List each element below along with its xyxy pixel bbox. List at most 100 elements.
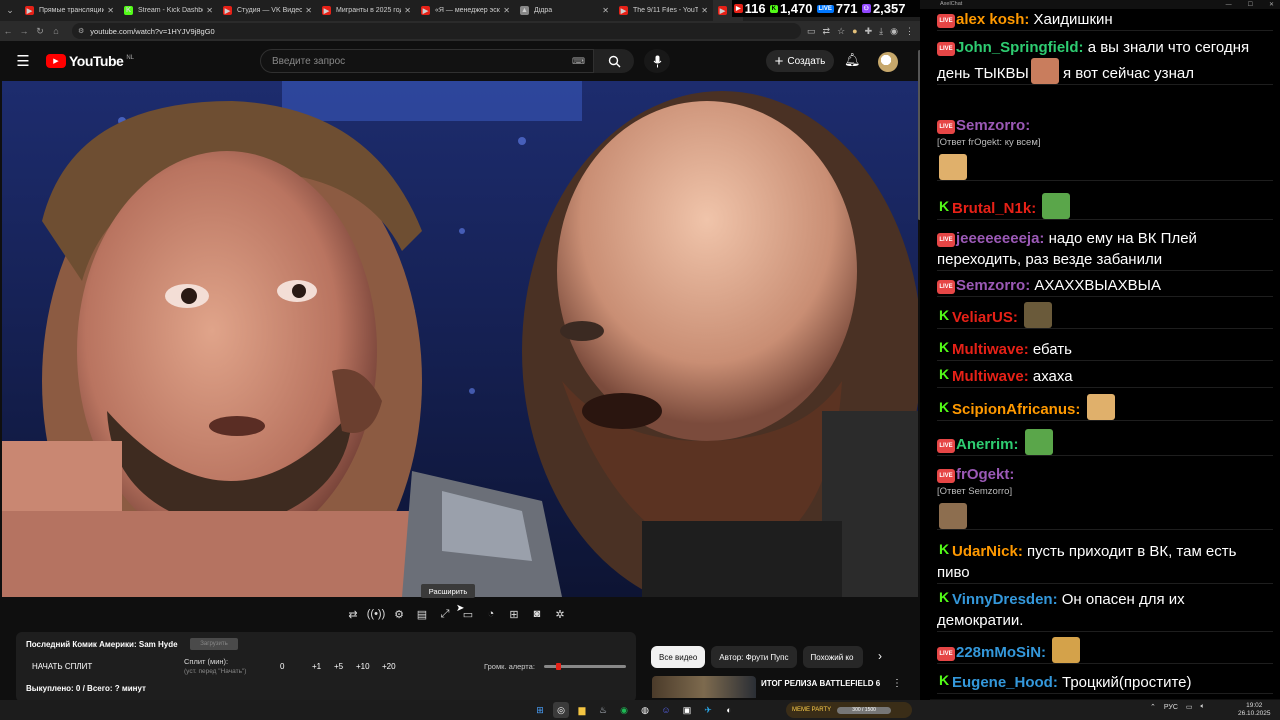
volume-icon[interactable]: 🔈︎	[1201, 703, 1205, 711]
steam-icon[interactable]: ♨	[595, 702, 611, 718]
browser-tab[interactable]: ▲ Дiдра ✕	[515, 0, 614, 21]
extension-icon[interactable]: ●	[852, 26, 857, 36]
chip-author[interactable]: Автор: Фрути Пупс	[711, 646, 797, 668]
discord-icon[interactable]: ☺	[658, 702, 674, 718]
system-clock[interactable]: 19:02 26.10.2025	[1238, 702, 1271, 718]
tab-close-icon[interactable]: ✕	[107, 6, 114, 15]
maximize-icon[interactable]: ☐	[1248, 1, 1253, 8]
minimize-icon[interactable]: —	[1226, 2, 1232, 8]
language-indicator[interactable]: РУС	[1164, 704, 1178, 711]
clapperboard-icon[interactable]: ▤	[414, 606, 430, 622]
create-button[interactable]: + Создать	[766, 50, 834, 72]
chrome-icon[interactable]: ◎	[553, 702, 569, 718]
windows-start-icon[interactable]: ⊞	[532, 702, 548, 718]
translate-icon[interactable]: ⇄	[823, 26, 831, 37]
search-button[interactable]	[594, 49, 634, 73]
app2-icon[interactable]: ◐	[721, 702, 737, 718]
speed-icon[interactable]: ◔	[483, 606, 499, 622]
expand-icon[interactable]: ⤢	[437, 606, 453, 622]
obs-icon[interactable]: ◍	[637, 702, 653, 718]
chat-username[interactable]: 228mMoSiN	[956, 644, 1041, 661]
chat-username[interactable]: VinnyDresden	[952, 591, 1053, 608]
tab-close-icon[interactable]: ✕	[305, 6, 312, 15]
chat-username[interactable]: alex kosh	[956, 11, 1024, 28]
network-icon[interactable]: ▭	[1186, 703, 1193, 711]
close-icon[interactable]: ✕	[1269, 1, 1274, 8]
hamburger-menu-icon[interactable]: ☰	[0, 52, 46, 70]
chat-username[interactable]: Anerrim	[956, 436, 1014, 453]
chat-username[interactable]: Semzorro	[956, 117, 1025, 134]
tab-title: Дiдра	[534, 7, 553, 14]
cast-icon[interactable]: ▭	[807, 26, 816, 37]
chevron-up-icon[interactable]: ⌃	[1150, 703, 1156, 711]
account-avatar[interactable]	[878, 52, 898, 72]
reload-icon[interactable]: ↻	[32, 26, 48, 37]
load-chip[interactable]: Загрузить	[190, 638, 238, 650]
settings-video-icon[interactable]: ⚙	[391, 606, 407, 622]
extensions-puzzle-icon[interactable]: ✚	[865, 26, 873, 37]
explorer-icon[interactable]: ▆	[574, 702, 590, 718]
download-icon[interactable]: ⤓	[879, 26, 883, 37]
theater-mode-icon[interactable]: ▭	[460, 606, 476, 622]
browser-tab[interactable]: ▶ Прямые трансляции - ✕	[20, 0, 119, 21]
chat-username[interactable]: VeliarUS	[952, 309, 1013, 326]
meme-party-widget[interactable]: MEME PARTY 300 / 1500	[786, 702, 912, 718]
alert-volume-slider[interactable]	[544, 663, 626, 670]
add-to-playlist-icon[interactable]: ⊞	[506, 606, 522, 622]
browser-tab[interactable]: ▶ The 9/11 Files - YouTube✕	[614, 0, 713, 21]
telegram-icon[interactable]: ✈	[700, 702, 716, 718]
browser-menu-icon[interactable]: ⋮	[905, 26, 914, 37]
tab-close-icon[interactable]: ✕	[206, 6, 213, 15]
broadcast-icon[interactable]: ((•))	[367, 606, 386, 622]
profile-icon[interactable]: ◉	[890, 26, 898, 37]
more-options-icon[interactable]: ⋮	[892, 678, 902, 689]
tab-list-icon[interactable]: ⌄	[0, 0, 20, 21]
bookmark-star-icon[interactable]: ☆	[837, 26, 845, 37]
chat-username[interactable]: Eugene_Hood	[952, 674, 1053, 691]
app-icon[interactable]: ▣	[679, 702, 695, 718]
chat-username[interactable]: Multiwave	[952, 341, 1024, 358]
search-input[interactable]: Введите запрос ⌨	[260, 49, 594, 73]
browser-tab[interactable]: ▶ Мигранты в 2025 году ✕	[317, 0, 416, 21]
chat-username[interactable]: Semzorro	[956, 277, 1025, 294]
chip-similar[interactable]: Похожий ко	[802, 646, 863, 668]
related-video-title[interactable]: ИТОГ РЕЛИЗА BATTLEFIELD 6	[761, 679, 880, 688]
chat-username[interactable]: UdarNick	[952, 543, 1018, 560]
chat-username[interactable]: John_Springfield	[956, 39, 1079, 56]
loop-icon[interactable]: ⇄	[345, 606, 361, 622]
chat-username[interactable]: Multiwave	[952, 368, 1024, 385]
chat-username[interactable]: jeeeeeeeeja	[956, 230, 1039, 247]
voice-search-button[interactable]	[644, 49, 670, 73]
tab-close-icon[interactable]: ✕	[503, 6, 510, 15]
screenshot-camera-icon[interactable]: ◙	[529, 606, 545, 622]
tab-close-icon[interactable]: ✕	[404, 6, 411, 15]
spotify-icon[interactable]: ◉	[616, 702, 632, 718]
tab-close-icon[interactable]: ✕	[701, 6, 708, 15]
home-icon[interactable]: ⌂	[48, 26, 64, 36]
add-10-button[interactable]: +10	[356, 662, 370, 671]
gear-icon[interactable]: ✲	[552, 606, 568, 622]
video-player[interactable]	[2, 81, 918, 597]
start-split-button[interactable]: НАЧАТЬ СПЛИТ	[32, 662, 92, 671]
browser-tab[interactable]: ▶ «Я — менеджер эскорт✕	[416, 0, 515, 21]
back-icon[interactable]: ←	[0, 26, 16, 36]
chip-all-videos[interactable]: Все видео	[651, 646, 706, 668]
add-20-button[interactable]: +20	[382, 662, 396, 671]
chevron-right-icon[interactable]: ›	[878, 649, 882, 663]
chat-username[interactable]: Brutal_N1k	[952, 200, 1031, 217]
chat-username[interactable]: frOgekt	[956, 466, 1009, 483]
slider-thumb[interactable]	[556, 663, 561, 670]
browser-tab[interactable]: ▶ Студия — VK Видео Live✕	[218, 0, 317, 21]
add-1-button[interactable]: +1	[312, 662, 321, 671]
youtube-logo[interactable]: ▶ YouTube NL	[46, 53, 134, 69]
browser-tab[interactable]: K Stream - Kick Dashboard✕	[119, 0, 218, 21]
site-info-icon[interactable]: ⚙	[78, 27, 84, 35]
keyboard-icon[interactable]: ⌨	[572, 56, 585, 67]
url-field[interactable]: ⚙ youtube.com/watch?v=1HYJV9j8gG0	[72, 23, 802, 39]
related-video-thumbnail[interactable]	[652, 676, 756, 698]
notifications-bell-icon[interactable]: 🔔︎	[844, 52, 861, 68]
forward-icon[interactable]: →	[16, 26, 32, 36]
chat-username[interactable]: ScipionAfricanus	[952, 401, 1075, 418]
add-5-button[interactable]: +5	[334, 662, 343, 671]
tab-close-icon[interactable]: ✕	[602, 6, 609, 15]
